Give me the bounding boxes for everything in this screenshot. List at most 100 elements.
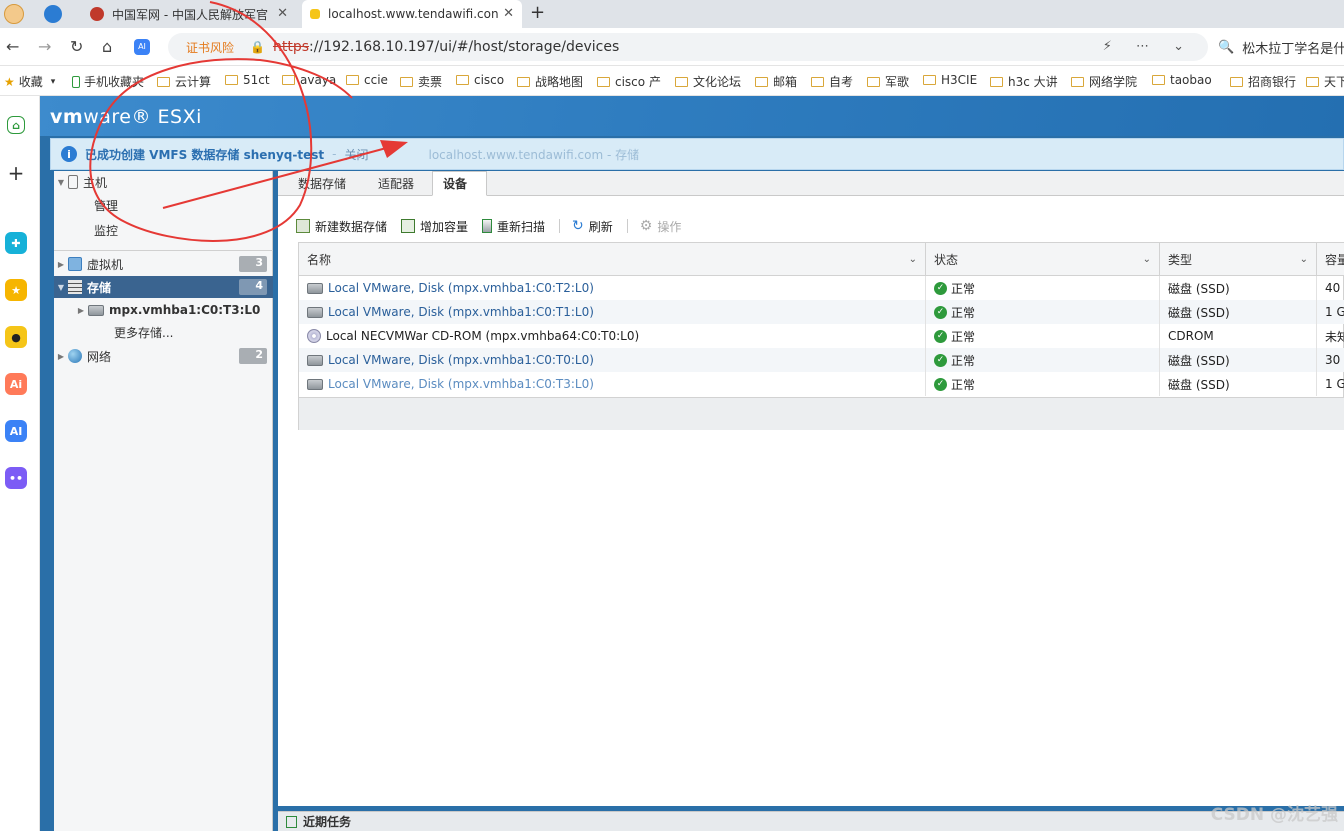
chevron-down-icon[interactable]: ⌄: [909, 254, 917, 265]
recent-tasks-bar[interactable]: 近期任务: [278, 811, 1344, 831]
close-tab-icon[interactable]: ✕: [277, 6, 288, 21]
bookmark-item[interactable]: avaya: [282, 73, 336, 87]
bookmark-item[interactable]: 招商银行: [1230, 73, 1296, 90]
bookmark-item[interactable]: ccie: [346, 73, 388, 87]
bookmark-item[interactable]: h3c 大讲: [990, 73, 1058, 90]
new-datastore-button[interactable]: 新建数据存储: [296, 218, 387, 235]
nav-more-storage[interactable]: 更多存储...: [54, 321, 273, 343]
table-row[interactable]: Local VMware, Disk (mpx.vmhba1:C0:T3:L0)…: [299, 372, 1344, 396]
ai-icon[interactable]: AI: [134, 39, 150, 55]
tab-label: 数据存储: [298, 177, 347, 191]
insecure-lock-icon[interactable]: 🔒: [250, 40, 265, 54]
bookmark-item[interactable]: 文化论坛: [675, 73, 741, 90]
device-name-link[interactable]: Local NECVMWar CD-ROM (mpx.vmhba64:C0:T0…: [326, 329, 639, 343]
rescan-button[interactable]: 重新扫描: [482, 218, 545, 235]
bookmark-item[interactable]: 51ct: [225, 73, 270, 87]
reload-icon[interactable]: ↻: [70, 37, 83, 56]
chevron-down-icon[interactable]: ⌄: [1300, 254, 1308, 265]
nav-manage-label: 管理: [94, 198, 119, 213]
tab-localhost[interactable]: localhost.www.tendawifi.con ✕: [302, 0, 522, 28]
folder-icon: [456, 75, 469, 85]
bookmark-item[interactable]: 云计算: [157, 73, 211, 90]
actions-button[interactable]: ⚙ 操作: [640, 218, 682, 235]
bookmark-item[interactable]: 卖票: [400, 73, 442, 90]
cell-capacity: 1 GI: [1317, 300, 1344, 324]
bookmark-item[interactable]: 天下: [1306, 73, 1344, 90]
capacity-text: 40 G: [1325, 281, 1344, 295]
cell-capacity: 1 GI: [1317, 372, 1344, 396]
nav-storage[interactable]: ▼ 存储 4: [54, 276, 273, 298]
tab-adapters[interactable]: 适配器: [368, 171, 424, 196]
device-name-link[interactable]: Local VMware, Disk (mpx.vmhba1:C0:T3:L0): [328, 377, 594, 391]
cert-warning[interactable]: 证书风险: [186, 39, 234, 56]
close-tab-icon[interactable]: ✕: [503, 6, 514, 21]
bookmark-item[interactable]: 手机收藏夹: [72, 73, 144, 90]
notification-close-link[interactable]: 关闭: [344, 146, 368, 163]
column-header-name[interactable]: 名称 ⌄: [299, 243, 926, 276]
favorite-star-icon[interactable]: ★: [5, 279, 27, 301]
new-tab-icon[interactable]: +: [530, 2, 545, 23]
forward-icon[interactable]: →: [38, 37, 51, 56]
bookmark-item[interactable]: cisco: [456, 73, 504, 87]
expand-icon[interactable]: ▼: [54, 283, 68, 292]
info-icon: i: [61, 146, 77, 162]
bookmark-item[interactable]: 战略地图: [517, 73, 583, 90]
bookmark-item[interactable]: taobao: [1152, 73, 1212, 87]
ai-icon[interactable]: AI: [5, 420, 27, 442]
toolbar-divider: [559, 219, 561, 233]
bookmark-item[interactable]: 网络学院: [1071, 73, 1137, 90]
profile-avatar-icon[interactable]: [4, 4, 24, 24]
nav-vms[interactable]: ▶ 虚拟机 3: [54, 253, 273, 275]
expand-icon[interactable]: ▶: [54, 260, 68, 269]
home-icon[interactable]: ⌂: [102, 37, 112, 56]
nav-manage[interactable]: 管理: [54, 194, 273, 216]
search-field[interactable]: 🔍 松木拉丁学名是什: [1218, 33, 1344, 61]
column-header-type[interactable]: 类型 ⌄: [1160, 243, 1317, 276]
column-header-capacity[interactable]: 容量: [1317, 243, 1344, 276]
url-field[interactable]: 证书风险 🔒 https://192.168.10.197/ui/#/host/…: [168, 33, 1208, 61]
ai-assistant-icon[interactable]: Ai: [5, 373, 27, 395]
bookmark-item[interactable]: cisco 产: [597, 73, 661, 90]
home-icon[interactable]: ⌂: [7, 116, 25, 134]
table-row[interactable]: Local VMware, Disk (mpx.vmhba1:C0:T2:L0)…: [299, 276, 1344, 300]
nav-storage-device[interactable]: ▶ mpx.vmhba1:C0:T3:L0: [54, 299, 273, 321]
expand-icon[interactable]: ▶: [74, 306, 88, 315]
favorites-button[interactable]: ★ 收藏 ▾: [4, 73, 55, 90]
expand-icon[interactable]: ▼: [54, 178, 68, 187]
bookmark-item[interactable]: 军歌: [867, 73, 909, 90]
device-name-link[interactable]: Local VMware, Disk (mpx.vmhba1:C0:T2:L0): [328, 281, 594, 295]
add-icon[interactable]: +: [5, 161, 27, 185]
bookmark-item[interactable]: 自考: [811, 73, 853, 90]
nav-network[interactable]: ▶ 网络 2: [54, 345, 273, 367]
tab-devices[interactable]: 设备: [432, 171, 487, 196]
star-icon: ★: [4, 74, 15, 89]
table-row[interactable]: Local VMware, Disk (mpx.vmhba1:C0:T1:L0)…: [299, 300, 1344, 324]
nav-host[interactable]: ▼ 主机: [54, 171, 273, 193]
url-actions[interactable]: ⚡ ⋯ ⌄: [1103, 39, 1194, 54]
tab-datastores[interactable]: 数据存储: [288, 171, 356, 196]
refresh-button[interactable]: ↻ 刷新: [572, 218, 613, 235]
bookmark-item[interactable]: H3CIE: [923, 73, 977, 87]
chevron-down-icon[interactable]: ⌄: [1143, 254, 1151, 265]
status-text: 正常: [951, 377, 976, 392]
back-icon[interactable]: ←: [6, 37, 19, 56]
bookmark-item[interactable]: 邮箱: [755, 73, 797, 90]
type-text: 磁盘 (SSD): [1168, 281, 1230, 296]
app-icon[interactable]: ✚: [5, 232, 27, 254]
url-text[interactable]: https://192.168.10.197/ui/#/host/storage…: [273, 39, 619, 55]
device-name-link[interactable]: Local VMware, Disk (mpx.vmhba1:C0:T1:L0): [328, 305, 594, 319]
tab-china-military[interactable]: 中国军网 - 中国人民解放军官 ✕: [82, 0, 296, 28]
increase-capacity-button[interactable]: 增加容量: [401, 218, 468, 235]
expand-icon[interactable]: ▶: [54, 352, 68, 361]
send-icon[interactable]: [44, 5, 62, 23]
status-text: 正常: [951, 281, 976, 296]
table-row[interactable]: Local VMware, Disk (mpx.vmhba1:C0:T0:L0)…: [299, 348, 1344, 372]
disk-icon: [307, 378, 323, 390]
nav-monitor[interactable]: 监控: [54, 219, 273, 241]
table-row[interactable]: Local NECVMWar CD-ROM (mpx.vmhba64:C0:T0…: [299, 324, 1344, 348]
column-header-status[interactable]: 状态 ⌄: [926, 243, 1160, 276]
bot-icon[interactable]: ●: [5, 326, 27, 348]
disk-icon: [307, 306, 323, 318]
device-name-link[interactable]: Local VMware, Disk (mpx.vmhba1:C0:T0:L0): [328, 353, 594, 367]
chat-icon[interactable]: ••: [5, 467, 27, 489]
